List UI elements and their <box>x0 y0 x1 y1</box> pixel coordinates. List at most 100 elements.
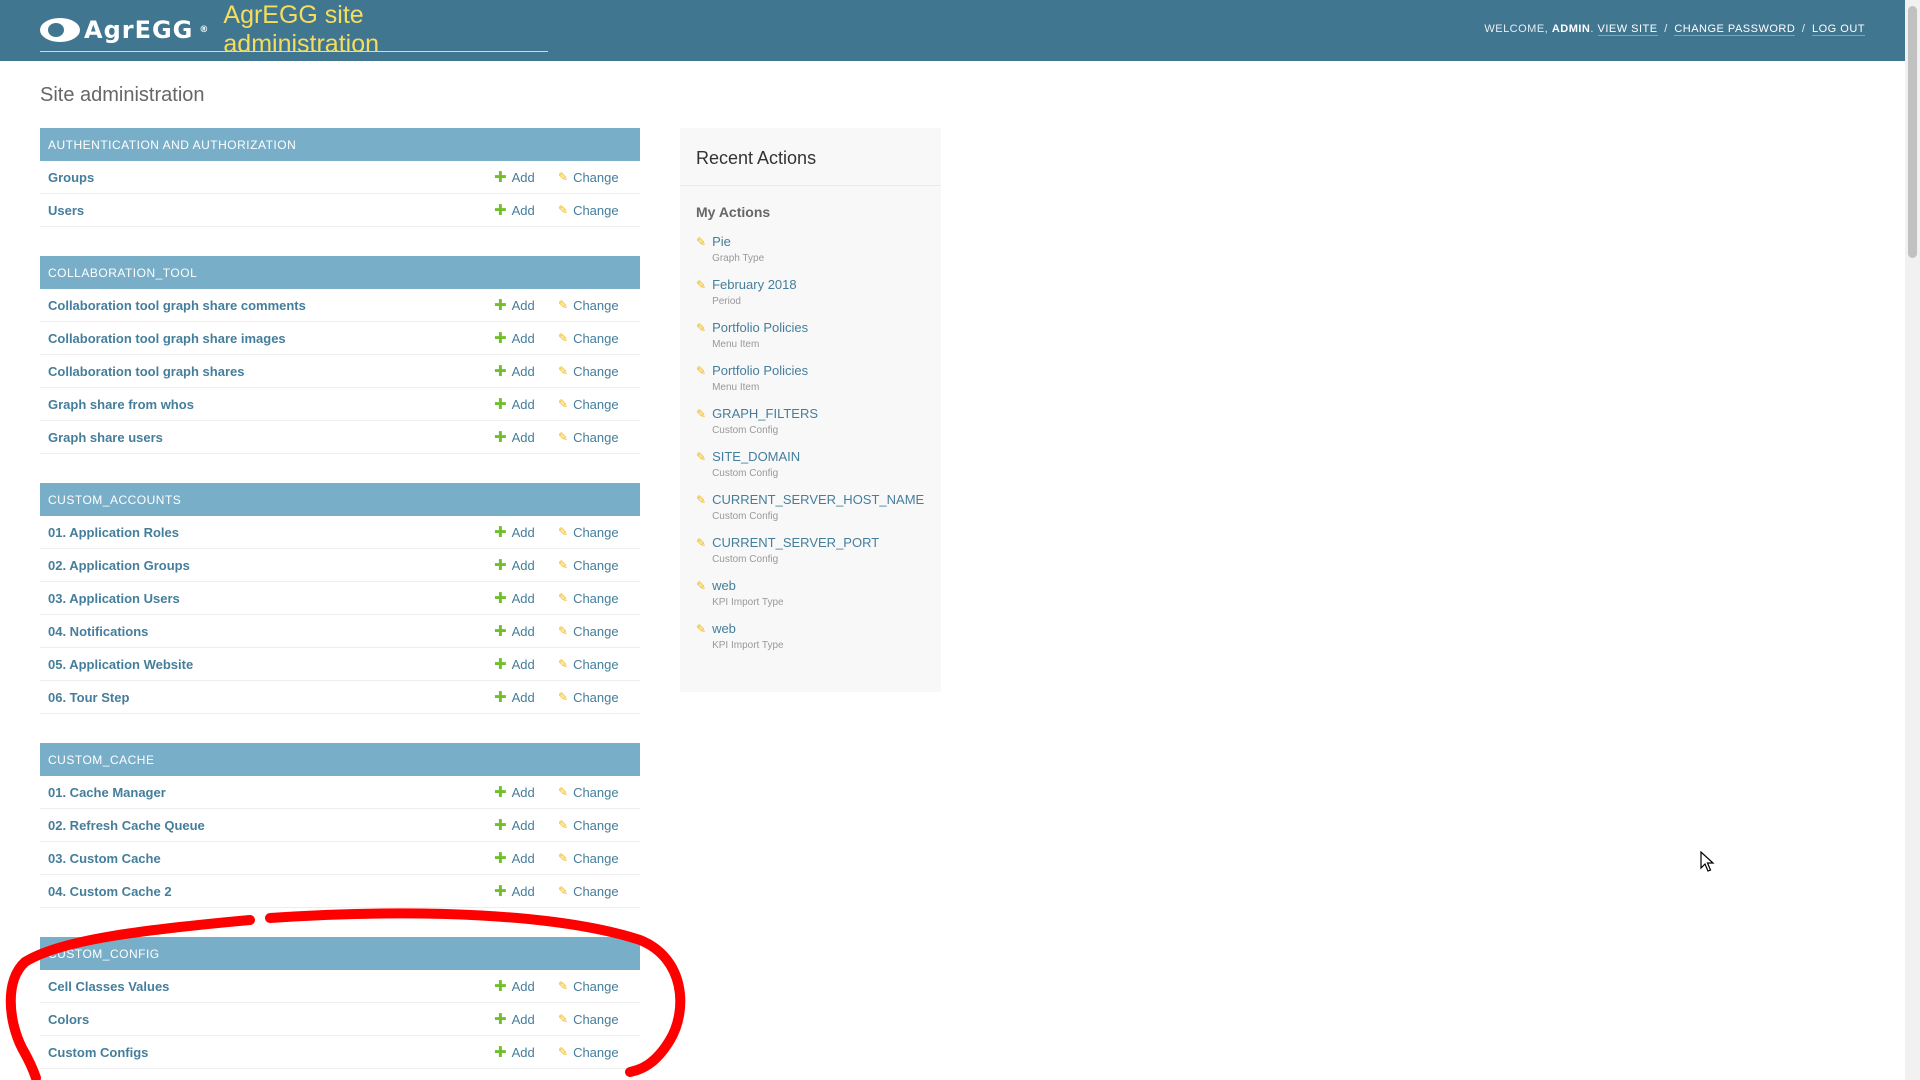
app-module: COLLABORATION_TOOL Collaboration tool gr… <box>40 256 640 454</box>
action-link[interactable]: Portfolio Policies <box>712 320 808 335</box>
action-link[interactable]: web <box>712 621 784 636</box>
model-link[interactable]: Graph share users <box>48 430 494 445</box>
change-link[interactable]: ✎ Change <box>556 298 632 313</box>
change-link[interactable]: ✎ Change <box>556 170 632 185</box>
add-link[interactable]: ✚ Add <box>494 657 556 672</box>
model-link[interactable]: Colors <box>48 1012 494 1027</box>
model-row: 05. Application Website ✚ Add ✎ Change <box>40 648 640 681</box>
change-label: Change <box>573 169 619 185</box>
model-link[interactable]: Collaboration tool graph share images <box>48 331 494 346</box>
model-link[interactable]: 02. Refresh Cache Queue <box>48 818 494 833</box>
site-name-link[interactable]: AgrEGG site administration <box>223 1 524 59</box>
change-label: Change <box>573 978 619 994</box>
action-link[interactable]: Pie <box>712 234 764 249</box>
action-link[interactable]: February 2018 <box>712 277 797 292</box>
log-out-link[interactable]: Log out <box>1811 23 1865 36</box>
add-link[interactable]: ✚ Add <box>494 624 556 639</box>
add-label: Add <box>511 297 535 313</box>
change-link[interactable]: ✎ Change <box>556 203 632 218</box>
module-caption[interactable]: COLLABORATION_TOOL <box>40 256 640 289</box>
model-link[interactable]: 03. Custom Cache <box>48 851 494 866</box>
add-link[interactable]: ✚ Add <box>494 785 556 800</box>
change-link[interactable]: ✎ Change <box>556 884 632 899</box>
change-link[interactable]: ✎ Change <box>556 558 632 573</box>
model-row: Graph share from whos ✚ Add ✎ Change <box>40 388 640 421</box>
change-link[interactable]: ✎ Change <box>556 851 632 866</box>
change-link[interactable]: ✎ Change <box>556 525 632 540</box>
model-link[interactable]: 02. Application Groups <box>48 558 494 573</box>
model-row: Users ✚ Add ✎ Change <box>40 194 640 227</box>
page-scrollbar[interactable] <box>1905 0 1920 1080</box>
change-link[interactable]: ✎ Change <box>556 1012 632 1027</box>
plus-icon: ✚ <box>494 428 507 446</box>
add-link[interactable]: ✚ Add <box>494 884 556 899</box>
model-link[interactable]: 01. Application Roles <box>48 525 494 540</box>
add-link[interactable]: ✚ Add <box>494 979 556 994</box>
user-tools: Welcome, admin. View site / Change passw… <box>1484 23 1865 36</box>
change-link[interactable]: ✎ Change <box>556 364 632 379</box>
plus-icon: ✚ <box>494 556 507 574</box>
model-link[interactable]: Cell Classes Values <box>48 979 494 994</box>
add-link[interactable]: ✚ Add <box>494 1012 556 1027</box>
module-caption[interactable]: Authentication and Authorization <box>40 128 640 161</box>
model-link[interactable]: Groups <box>48 170 494 185</box>
add-link[interactable]: ✚ Add <box>494 851 556 866</box>
add-link[interactable]: ✚ Add <box>494 170 556 185</box>
model-link[interactable]: Collaboration tool graph shares <box>48 364 494 379</box>
change-link[interactable]: ✎ Change <box>556 1045 632 1060</box>
pencil-icon: ✎ <box>696 450 707 464</box>
add-link[interactable]: ✚ Add <box>494 364 556 379</box>
add-link[interactable]: ✚ Add <box>494 690 556 705</box>
model-link[interactable]: 04. Notifications <box>48 624 494 639</box>
module-caption[interactable]: CUSTOM_CACHE <box>40 743 640 776</box>
recent-action-item: ✎ SITE_DOMAIN Custom Config <box>680 449 941 492</box>
add-link[interactable]: ✚ Add <box>494 525 556 540</box>
change-link[interactable]: ✎ Change <box>556 430 632 445</box>
scrollbar-thumb[interactable] <box>1908 6 1917 258</box>
change-link[interactable]: ✎ Change <box>556 657 632 672</box>
change-link[interactable]: ✎ Change <box>556 690 632 705</box>
change-link[interactable]: ✎ Change <box>556 979 632 994</box>
add-link[interactable]: ✚ Add <box>494 331 556 346</box>
model-link[interactable]: 04. Custom Cache 2 <box>48 884 494 899</box>
change-link[interactable]: ✎ Change <box>556 785 632 800</box>
model-link[interactable]: 01. Cache Manager <box>48 785 494 800</box>
action-link[interactable]: web <box>712 578 784 593</box>
module-caption[interactable]: CUSTOM_CONFIG <box>40 937 640 970</box>
action-link[interactable]: CURRENT_SERVER_HOST_NAME <box>712 492 924 507</box>
model-link[interactable]: 06. Tour Step <box>48 690 494 705</box>
add-link[interactable]: ✚ Add <box>494 430 556 445</box>
change-label: Change <box>573 202 619 218</box>
view-site-link[interactable]: View site <box>1597 23 1658 36</box>
action-link[interactable]: CURRENT_SERVER_PORT <box>712 535 879 550</box>
change-link[interactable]: ✎ Change <box>556 331 632 346</box>
change-link[interactable]: ✎ Change <box>556 818 632 833</box>
action-link[interactable]: Portfolio Policies <box>712 363 808 378</box>
action-link[interactable]: GRAPH_FILTERS <box>712 406 818 421</box>
change-link[interactable]: ✎ Change <box>556 397 632 412</box>
pencil-icon: ✎ <box>696 493 707 507</box>
model-link[interactable]: Collaboration tool graph share comments <box>48 298 494 313</box>
change-password-link[interactable]: Change password <box>1674 23 1796 36</box>
add-link[interactable]: ✚ Add <box>494 203 556 218</box>
egg-logo-icon <box>40 17 80 42</box>
model-row: 02. Refresh Cache Queue ✚ Add ✎ Change <box>40 809 640 842</box>
add-link[interactable]: ✚ Add <box>494 397 556 412</box>
add-link[interactable]: ✚ Add <box>494 1045 556 1060</box>
pencil-icon: ✎ <box>558 851 569 865</box>
add-link[interactable]: ✚ Add <box>494 591 556 606</box>
agregg-logo[interactable]: AgrEGG ® <box>40 16 209 44</box>
model-link[interactable]: 03. Application Users <box>48 591 494 606</box>
change-link[interactable]: ✎ Change <box>556 624 632 639</box>
model-link[interactable]: Custom Configs <box>48 1045 494 1060</box>
model-link[interactable]: Graph share from whos <box>48 397 494 412</box>
add-link[interactable]: ✚ Add <box>494 558 556 573</box>
model-link[interactable]: 05. Application Website <box>48 657 494 672</box>
model-link[interactable]: Users <box>48 203 494 218</box>
action-link[interactable]: SITE_DOMAIN <box>712 449 800 464</box>
change-link[interactable]: ✎ Change <box>556 591 632 606</box>
add-link[interactable]: ✚ Add <box>494 818 556 833</box>
change-label: Change <box>573 363 619 379</box>
add-link[interactable]: ✚ Add <box>494 298 556 313</box>
module-caption[interactable]: CUSTOM_ACCOUNTS <box>40 483 640 516</box>
